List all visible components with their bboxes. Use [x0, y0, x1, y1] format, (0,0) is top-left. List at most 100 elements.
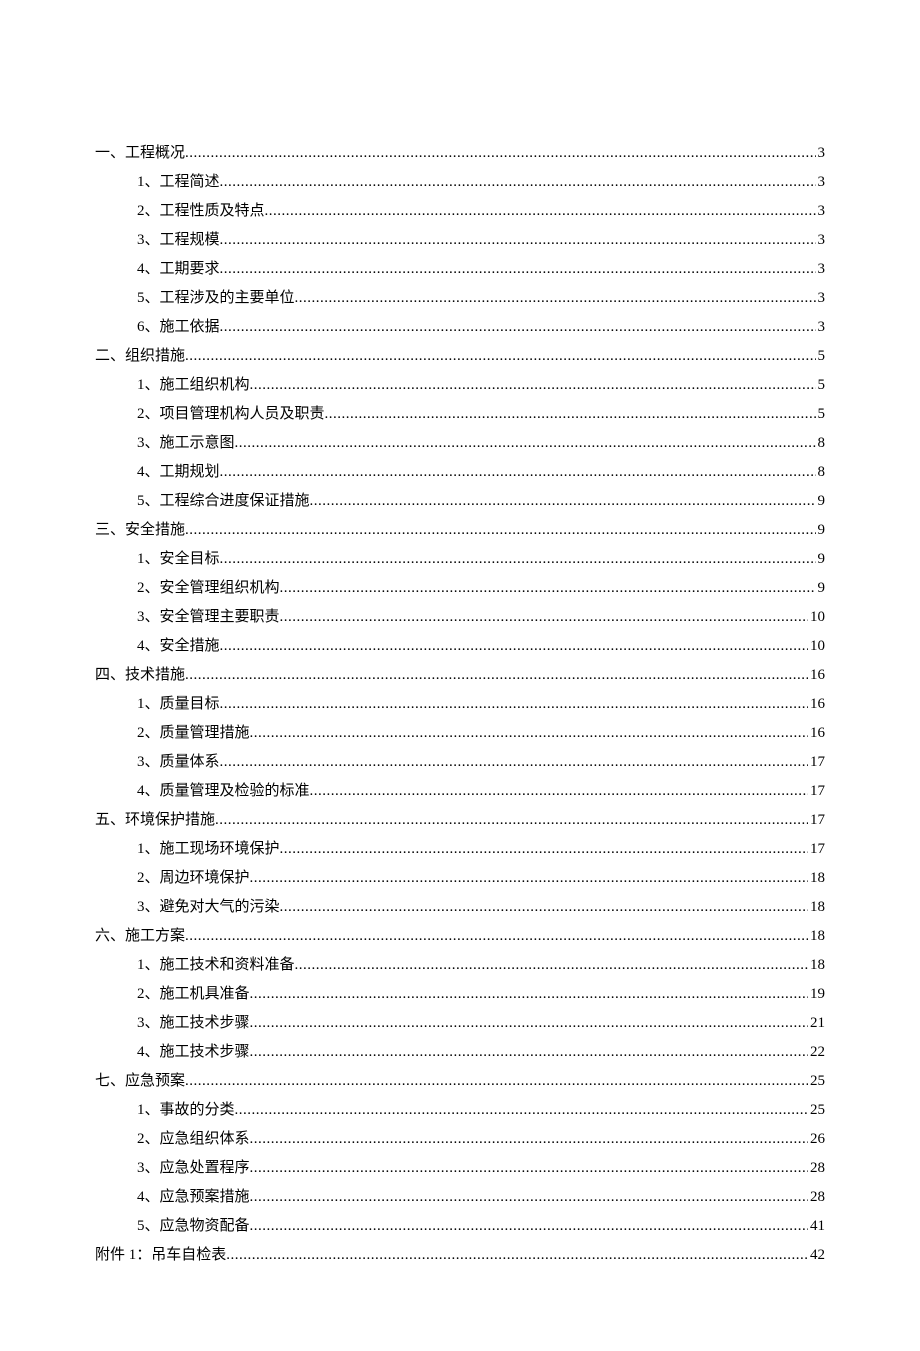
- toc-leader-dots: [295, 285, 816, 312]
- toc-title: 2、质量管理措施: [137, 720, 250, 747]
- toc-leader-dots: [250, 1184, 808, 1211]
- toc-title: 3、工程规模: [137, 227, 220, 254]
- toc-title: 2、项目管理机构人员及职责: [137, 401, 325, 428]
- toc-leader-dots: [220, 691, 808, 718]
- toc-leader-dots: [185, 923, 808, 950]
- toc-page-number: 17: [808, 836, 825, 863]
- toc-entry: 4、施工技术步骤22: [95, 1039, 825, 1066]
- toc-leader-dots: [220, 227, 816, 254]
- toc-entry: 1、施工组织机构 5: [95, 372, 825, 399]
- toc-page-number: 5: [816, 372, 826, 399]
- toc-title: 4、应急预案措施: [137, 1184, 250, 1211]
- toc-page-number: 26: [808, 1126, 825, 1153]
- toc-entry: 六、施工方案18: [95, 923, 825, 950]
- toc-entry: 4、应急预案措施 28: [95, 1184, 825, 1211]
- toc-entry: 2、工程性质及特点3: [95, 198, 825, 225]
- toc-title: 1、安全目标: [137, 546, 220, 573]
- toc-entry: 3、施工示意图 8: [95, 430, 825, 457]
- toc-page-number: 3: [816, 285, 826, 312]
- table-of-contents: 一、工程概况31、工程简述32、工程性质及特点33、工程规模34、工期要求35、…: [95, 140, 825, 1269]
- toc-entry: 3、质量体系17: [95, 749, 825, 776]
- toc-title: 3、施工示意图: [137, 430, 235, 457]
- toc-leader-dots: [265, 198, 816, 225]
- toc-leader-dots: [220, 256, 816, 283]
- toc-title: 2、工程性质及特点: [137, 198, 265, 225]
- toc-leader-dots: [220, 169, 816, 196]
- toc-leader-dots: [310, 488, 816, 515]
- toc-entry: 附件 1：吊车自检表 42: [95, 1242, 825, 1269]
- toc-page-number: 17: [808, 749, 825, 776]
- toc-title: 1、施工组织机构: [137, 372, 250, 399]
- toc-entry: 2、周边环境保护 18: [95, 865, 825, 892]
- toc-leader-dots: [250, 865, 808, 892]
- toc-page-number: 22: [808, 1039, 825, 1066]
- toc-page-number: 16: [808, 720, 825, 747]
- toc-leader-dots: [250, 1126, 808, 1153]
- toc-title: 4、工期要求: [137, 256, 220, 283]
- toc-title: 1、事故的分类: [137, 1097, 235, 1124]
- toc-page-number: 5: [816, 343, 826, 370]
- toc-page-number: 8: [816, 459, 826, 486]
- toc-page-number: 25: [808, 1097, 825, 1124]
- toc-title: 1、施工现场环境保护: [137, 836, 280, 863]
- toc-page-number: 19: [808, 981, 825, 1008]
- toc-leader-dots: [250, 981, 808, 1008]
- toc-page-number: 8: [816, 430, 826, 457]
- toc-page-number: 28: [808, 1155, 825, 1182]
- toc-page-number: 18: [808, 952, 825, 979]
- toc-entry: 4、安全措施10: [95, 633, 825, 660]
- toc-entry: 3、避免对大气的污染 18: [95, 894, 825, 921]
- toc-page-number: 41: [808, 1213, 825, 1240]
- toc-leader-dots: [185, 1068, 808, 1095]
- toc-title: 四、技术措施: [95, 662, 185, 689]
- toc-page-number: 10: [808, 633, 825, 660]
- toc-entry: 3、安全管理主要职责 10: [95, 604, 825, 631]
- toc-entry: 3、应急处置程序 28: [95, 1155, 825, 1182]
- toc-entry: 一、工程概况 3: [95, 140, 825, 167]
- toc-entry: 4、工期要求 3: [95, 256, 825, 283]
- toc-leader-dots: [185, 140, 815, 167]
- toc-leader-dots: [310, 778, 808, 805]
- toc-page-number: 3: [816, 314, 826, 341]
- toc-page-number: 9: [816, 488, 826, 515]
- toc-page-number: 9: [816, 546, 826, 573]
- toc-title: 1、工程简述: [137, 169, 220, 196]
- toc-title: 6、施工依据: [137, 314, 220, 341]
- toc-page-number: 18: [808, 923, 825, 950]
- toc-entry: 6、施工依据 3: [95, 314, 825, 341]
- toc-title: 附件 1：吊车自检表: [95, 1242, 226, 1269]
- toc-entry: 4、工期规划8: [95, 459, 825, 486]
- toc-leader-dots: [220, 633, 808, 660]
- toc-title: 3、避免对大气的污染: [137, 894, 280, 921]
- toc-page-number: 9: [816, 575, 826, 602]
- toc-entry: 1、施工技术和资料准备18: [95, 952, 825, 979]
- toc-page-number: 3: [816, 140, 826, 167]
- toc-leader-dots: [220, 314, 816, 341]
- toc-page-number: 18: [808, 865, 825, 892]
- toc-page-number: 17: [808, 807, 825, 834]
- toc-title: 3、安全管理主要职责: [137, 604, 280, 631]
- toc-page-number: 3: [816, 227, 826, 254]
- toc-leader-dots: [250, 1039, 808, 1066]
- toc-title: 2、周边环境保护: [137, 865, 250, 892]
- toc-title: 三、安全措施: [95, 517, 185, 544]
- toc-title: 一、工程概况: [95, 140, 185, 167]
- toc-page-number: 10: [808, 604, 825, 631]
- toc-leader-dots: [250, 1010, 808, 1037]
- toc-leader-dots: [226, 1242, 808, 1269]
- toc-leader-dots: [250, 1155, 808, 1182]
- toc-entry: 2、项目管理机构人员及职责5: [95, 401, 825, 428]
- toc-page-number: 25: [808, 1068, 825, 1095]
- toc-entry: 1、工程简述3: [95, 169, 825, 196]
- toc-leader-dots: [280, 894, 808, 921]
- toc-title: 3、应急处置程序: [137, 1155, 250, 1182]
- toc-title: 二、组织措施: [95, 343, 185, 370]
- toc-entry: 3、工程规模 3: [95, 227, 825, 254]
- toc-page-number: 28: [808, 1184, 825, 1211]
- toc-title: 1、质量目标: [137, 691, 220, 718]
- toc-title: 5、应急物资配备: [137, 1213, 250, 1240]
- toc-leader-dots: [295, 952, 808, 979]
- toc-page-number: 18: [808, 894, 825, 921]
- toc-page-number: 3: [816, 256, 826, 283]
- toc-leader-dots: [250, 1213, 808, 1240]
